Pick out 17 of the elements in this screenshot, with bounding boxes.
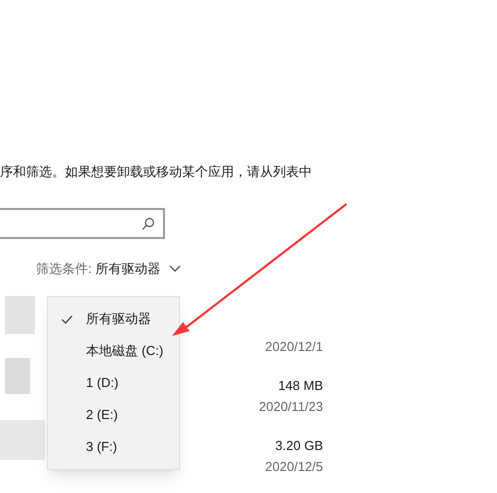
dropdown-item[interactable]: 本地磁盘 (C:) <box>48 335 179 367</box>
app-date: 2020/12/1 <box>265 338 323 356</box>
app-size: 3.20 GB <box>275 438 323 452</box>
app-date: 2020/11/23 <box>258 398 323 416</box>
dropdown-item[interactable]: 所有驱动器 <box>48 303 179 335</box>
dropdown-item[interactable]: 2 (E:) <box>48 399 179 431</box>
app-size: 148 MB <box>278 378 323 392</box>
filter-label: 筛选条件: <box>36 260 92 278</box>
chevron-down-icon <box>168 264 181 273</box>
app-date: 2020/12/5 <box>265 458 323 476</box>
search-field[interactable] <box>0 208 165 239</box>
filter-dropdown[interactable]: 所有驱动器 <box>96 259 181 278</box>
search-icon <box>141 216 155 230</box>
check-icon <box>61 314 73 324</box>
dropdown-item[interactable]: 3 (F:) <box>48 431 179 463</box>
description-text: 序和筛选。如果想要卸载或移动某个应用，请从列表中 <box>0 163 313 181</box>
dropdown-item[interactable]: 1 (D:) <box>48 367 179 399</box>
